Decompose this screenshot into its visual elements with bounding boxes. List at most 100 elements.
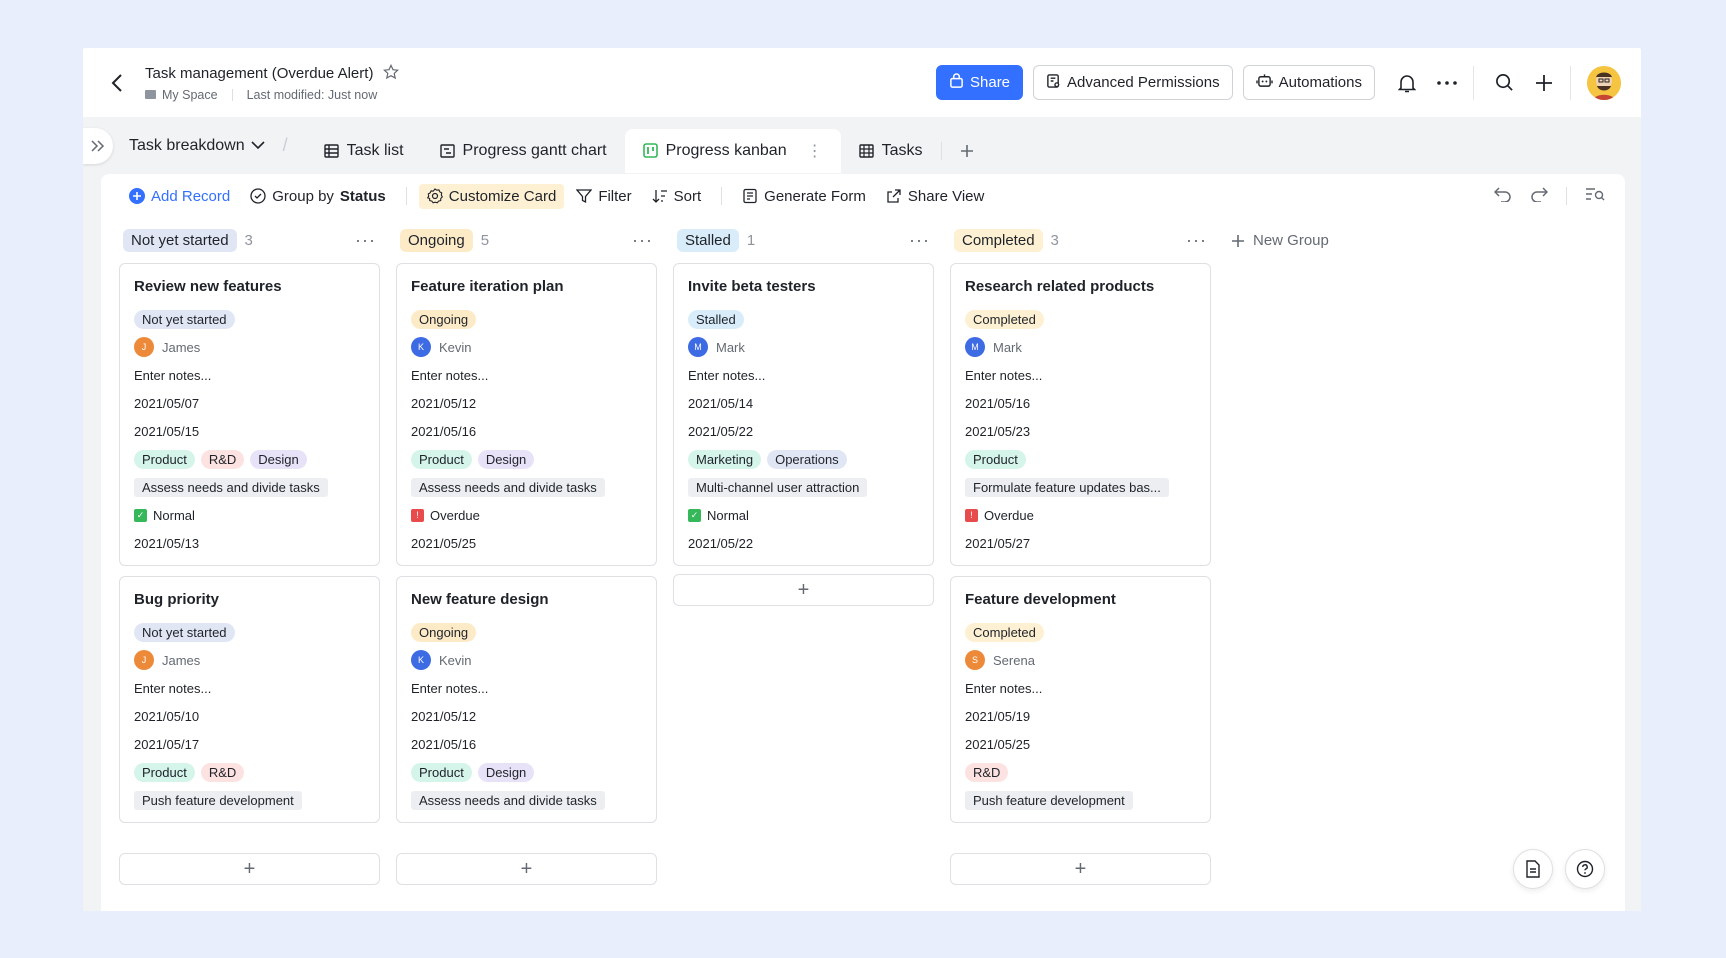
check-icon: ✓ (688, 508, 701, 522)
divider (1566, 187, 1567, 205)
record-card[interactable]: Feature iteration plan Ongoing K Kevin En… (396, 263, 657, 566)
status-tag: Stalled (688, 309, 744, 329)
customize-card-label: Customize Card (448, 187, 557, 205)
tab-label: Task list (346, 141, 404, 159)
notes-field[interactable]: Enter notes... (134, 674, 365, 702)
tag: Product (411, 449, 472, 469)
notes-field[interactable]: Enter notes... (965, 361, 1196, 389)
grid-table-icon (323, 143, 339, 158)
notes-field[interactable]: Enter notes... (688, 361, 919, 389)
tab-label: Progress kanban (665, 141, 787, 159)
end-date: 2021/05/16 (411, 736, 477, 752)
filter-button[interactable]: Filter (568, 184, 639, 209)
form-grid-icon (858, 143, 874, 158)
more-icon[interactable]: ··· (355, 230, 376, 251)
notes-field[interactable]: Enter notes... (134, 361, 365, 389)
generate-form-label: Generate Form (764, 187, 866, 205)
stage-badge: Assess needs and divide tasks (134, 477, 328, 497)
tab-progress-kanban[interactable]: Progress kanban ⋮ (624, 128, 841, 173)
record-card[interactable]: New feature design Ongoing K Kevin Enter … (396, 576, 657, 823)
add-card-button[interactable]: + (119, 853, 380, 885)
tab-options-icon[interactable]: ⋮ (807, 141, 823, 161)
tag: Design (477, 762, 535, 782)
start-date: 2021/05/19 (965, 708, 1031, 724)
column-ongoing: Ongoing 5 ··· Feature iteration plan Ong… (396, 218, 657, 885)
app-window: Task management (Overdue Alert) My Space… (83, 48, 1641, 911)
column-status-tag: Completed (954, 229, 1043, 252)
notes-field[interactable]: Enter notes... (411, 361, 642, 389)
stage-badge: Multi-channel user attraction (688, 477, 868, 497)
sort-label: Sort (673, 187, 702, 205)
owner-name: James (162, 339, 201, 355)
form-icon (743, 188, 757, 204)
tab-task-list[interactable]: Task list (306, 129, 422, 173)
more-icon[interactable]: ··· (632, 230, 653, 251)
customize-card-button[interactable]: Customize Card (418, 183, 565, 209)
search-records-icon[interactable] (1585, 186, 1605, 206)
location-breadcrumb[interactable]: My Space (145, 88, 218, 102)
table-selector-dropdown[interactable]: Task breakdown (129, 137, 265, 155)
plus-icon[interactable] (1526, 65, 1562, 101)
add-card-button[interactable]: + (950, 853, 1211, 885)
record-card[interactable]: Bug priority Not yet started J James Ente… (119, 576, 380, 823)
group-by-field: Status (339, 187, 386, 205)
star-icon[interactable] (383, 63, 400, 84)
tag: Product (965, 449, 1026, 469)
document-icon[interactable] (1513, 849, 1553, 889)
record-card[interactable]: Feature development Completed S Serena En… (950, 576, 1211, 823)
bell-icon[interactable] (1389, 65, 1425, 101)
generate-form-button[interactable]: Generate Form (734, 184, 874, 209)
end-date: 2021/05/22 (688, 423, 754, 439)
add-card-button[interactable]: + (396, 853, 657, 885)
more-icon[interactable] (1429, 65, 1465, 101)
undo-icon[interactable] (1493, 186, 1512, 206)
advanced-permissions-button[interactable]: Advanced Permissions (1033, 65, 1233, 100)
folder-icon (145, 89, 156, 99)
tag: Product (134, 449, 195, 469)
alert-status: Overdue (430, 507, 480, 523)
search-icon[interactable] (1486, 65, 1522, 101)
end-date: 2021/05/23 (965, 423, 1031, 439)
help-icon[interactable] (1565, 849, 1605, 889)
more-icon[interactable]: ··· (1186, 230, 1207, 251)
share-button[interactable]: Share (936, 65, 1024, 100)
owner-name: James (162, 652, 201, 668)
status-tag: Completed (965, 622, 1044, 642)
alert-status: Normal (153, 507, 195, 523)
column-count: 1 (746, 232, 756, 249)
record-card[interactable]: Invite beta testers Stalled M Mark Enter … (673, 263, 934, 566)
sort-icon (652, 190, 667, 203)
share-view-button[interactable]: Share View (878, 184, 992, 209)
record-card[interactable]: Review new features Not yet started J Jam… (119, 263, 380, 566)
more-icon[interactable]: ··· (909, 230, 930, 251)
user-avatar[interactable] (1587, 65, 1621, 100)
kanban-board: Not yet started 3 ··· Review new feature… (119, 218, 1329, 885)
group-by-button[interactable]: Group by Status (242, 184, 394, 209)
add-card-button[interactable]: + (673, 574, 934, 606)
owner-name: Serena (993, 652, 1035, 668)
card-list: Review new features Not yet started J Jam… (119, 263, 380, 845)
column-count: 5 (480, 232, 490, 249)
column-completed: Completed 3 ··· Research related product… (950, 218, 1211, 885)
expand-sidebar-icon[interactable] (83, 127, 113, 164)
deadline-date: 2021/05/27 (965, 535, 1031, 551)
stage-badge: Push feature development (134, 790, 302, 810)
card-title: New feature design (411, 591, 549, 608)
end-date: 2021/05/25 (965, 736, 1031, 752)
notes-field[interactable]: Enter notes... (965, 674, 1196, 702)
automations-button[interactable]: Automations (1242, 65, 1375, 100)
card-list: Invite beta testers Stalled M Mark Enter … (673, 263, 934, 606)
column-status-tag: Not yet started (123, 229, 237, 252)
record-card[interactable]: Research related products Completed M Mar… (950, 263, 1211, 566)
tab-progress-gantt-chart[interactable]: Progress gantt chart (422, 129, 625, 173)
back-icon[interactable] (103, 69, 131, 97)
new-group-button[interactable]: New Group (1227, 218, 1329, 263)
notes-field[interactable]: Enter notes... (411, 674, 642, 702)
sort-button[interactable]: Sort (644, 184, 710, 209)
redo-icon[interactable] (1530, 186, 1549, 206)
start-date: 2021/05/12 (411, 708, 477, 724)
add-record-button[interactable]: Add Record (121, 184, 238, 209)
status-tag: Ongoing (411, 622, 477, 642)
add-view-button[interactable] (942, 129, 992, 173)
tab-tasks[interactable]: Tasks (841, 129, 941, 173)
